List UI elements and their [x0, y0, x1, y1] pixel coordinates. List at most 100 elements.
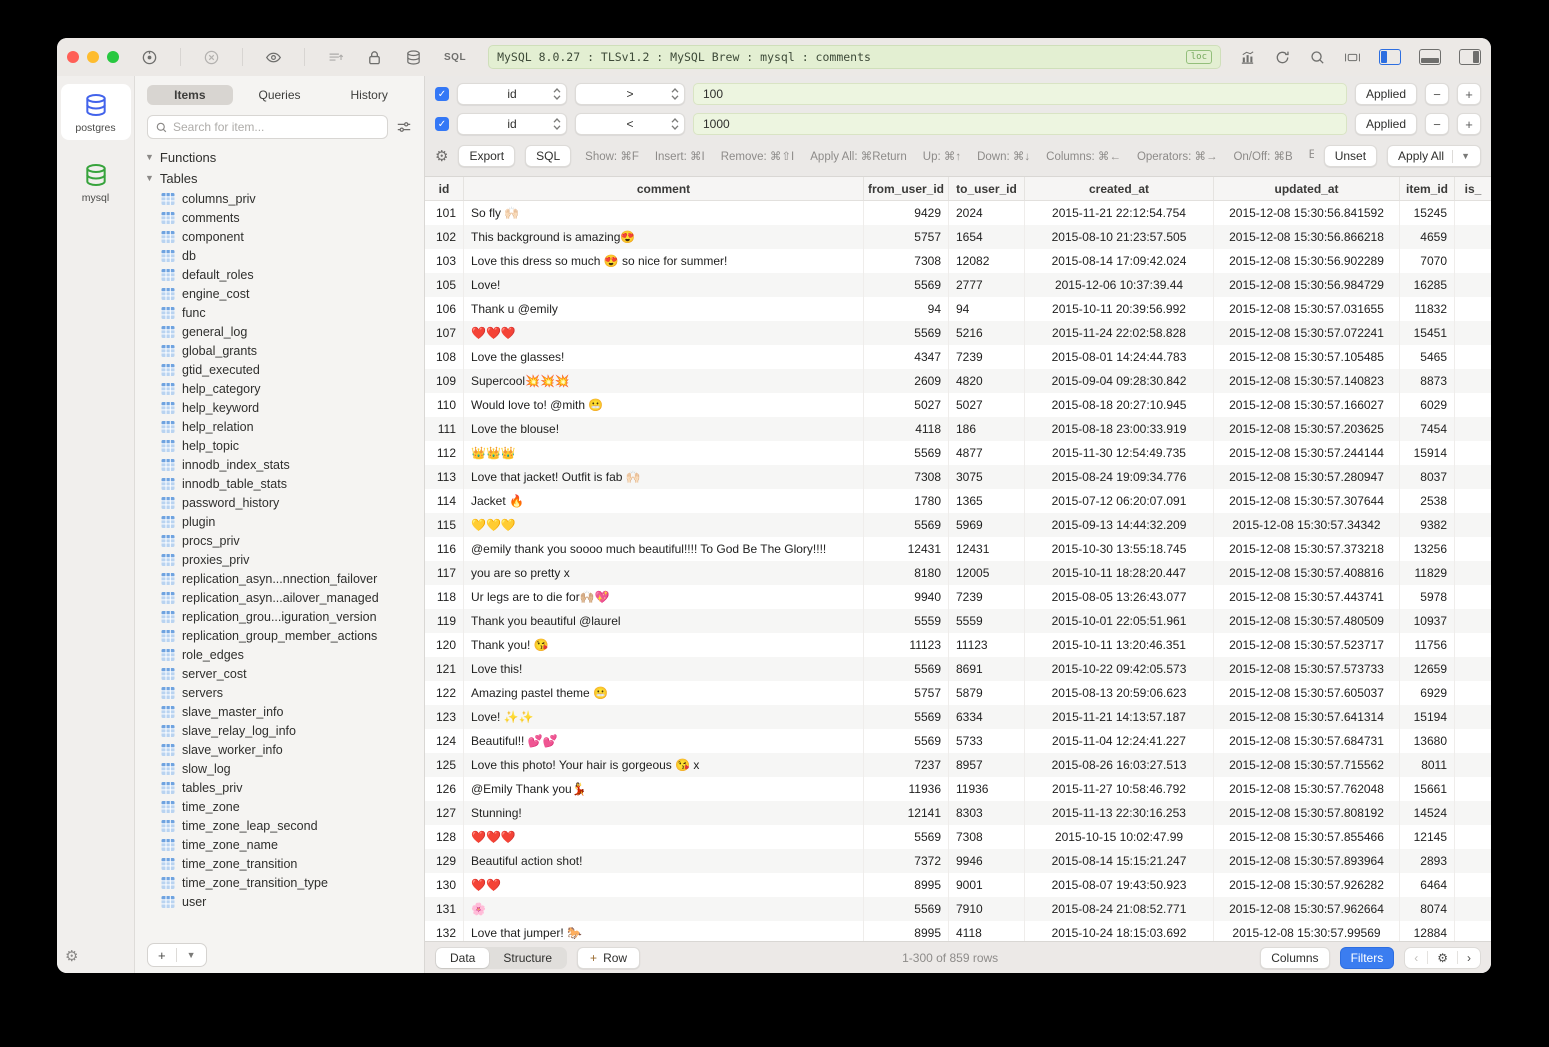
column-header-is_[interactable]: is_	[1454, 177, 1491, 200]
cell-comment[interactable]: Love the glasses!	[463, 345, 863, 369]
cell-created_at[interactable]: 2015-09-04 09:28:30.842	[1024, 369, 1213, 393]
cell-comment[interactable]: Love!	[463, 273, 863, 297]
cell-created_at[interactable]: 2015-11-21 14:13:57.187	[1024, 705, 1213, 729]
cell-created_at[interactable]: 2015-08-14 15:15:21.247	[1024, 849, 1213, 873]
cell-to_user_id[interactable]: 2777	[948, 273, 1024, 297]
cell-item_id[interactable]: 4659	[1399, 225, 1454, 249]
cell-created_at[interactable]: 2015-09-13 14:44:32.209	[1024, 513, 1213, 537]
cell-to_user_id[interactable]: 5969	[948, 513, 1024, 537]
table-list-item[interactable]: replication_group_member_actions	[145, 626, 424, 645]
table-row[interactable]: 126@Emily Thank you💃11936119362015-11-27…	[425, 777, 1491, 801]
cell-item_id[interactable]: 7070	[1399, 249, 1454, 273]
cell-comment[interactable]: Beautiful action shot!	[463, 849, 863, 873]
cell-from_user_id[interactable]: 9429	[863, 201, 948, 225]
cell-created_at[interactable]: 2015-08-24 19:09:34.776	[1024, 465, 1213, 489]
cell-created_at[interactable]: 2015-08-14 17:09:42.024	[1024, 249, 1213, 273]
cell-from_user_id[interactable]: 5569	[863, 657, 948, 681]
connection-postgres[interactable]: postgres	[61, 84, 131, 140]
table-row[interactable]: 103Love this dress so much 😍 so nice for…	[425, 249, 1491, 273]
table-list-item[interactable]: innodb_index_stats	[145, 455, 424, 474]
table-row[interactable]: 106Thank u @emily94942015-10-11 20:39:56…	[425, 297, 1491, 321]
table-row[interactable]: 102This background is amazing😍5757165420…	[425, 225, 1491, 249]
cell-updated_at[interactable]: 2015-12-08 15:30:57.166027	[1213, 393, 1399, 417]
table-row[interactable]: 114Jacket 🔥178013652015-07-12 06:20:07.0…	[425, 489, 1491, 513]
cell-updated_at[interactable]: 2015-12-08 15:30:57.307644	[1213, 489, 1399, 513]
cell-comment[interactable]: Love that jacket! Outfit is fab 🙌🏻	[463, 465, 863, 489]
cell-from_user_id[interactable]: 94	[863, 297, 948, 321]
table-row[interactable]: 128❤️❤️❤️556973082015-10-15 10:02:47.992…	[425, 825, 1491, 849]
table-row[interactable]: 107❤️❤️❤️556952162015-11-24 22:02:58.828…	[425, 321, 1491, 345]
cell-comment[interactable]: Would love to! @mith 😬	[463, 393, 863, 417]
cell-item_id[interactable]: 9382	[1399, 513, 1454, 537]
filter-applied-button[interactable]: Applied	[1355, 113, 1417, 135]
add-item-chevron-icon[interactable]: ▼	[177, 944, 206, 966]
cell-is_[interactable]	[1454, 921, 1491, 941]
cell-to_user_id[interactable]: 5879	[948, 681, 1024, 705]
filter-operator-select[interactable]: >	[575, 83, 685, 105]
cell-to_user_id[interactable]: 8303	[948, 801, 1024, 825]
table-list-item[interactable]: help_relation	[145, 417, 424, 436]
cell-to_user_id[interactable]: 6334	[948, 705, 1024, 729]
cell-created_at[interactable]: 2015-11-21 22:12:54.754	[1024, 201, 1213, 225]
toggle-bottom-panel-button[interactable]	[1419, 49, 1441, 65]
cell-from_user_id[interactable]: 5569	[863, 321, 948, 345]
cell-id[interactable]: 119	[425, 609, 463, 633]
structure-tab[interactable]: Structure	[489, 948, 566, 968]
cell-is_[interactable]	[1454, 777, 1491, 801]
table-row[interactable]: 105Love!556927772015-12-06 10:37:39.4420…	[425, 273, 1491, 297]
add-item-button[interactable]: +	[148, 944, 176, 966]
search-icon[interactable]	[1309, 49, 1326, 66]
cell-is_[interactable]	[1454, 465, 1491, 489]
cell-from_user_id[interactable]: 12141	[863, 801, 948, 825]
cell-updated_at[interactable]: 2015-12-08 15:30:57.605037	[1213, 681, 1399, 705]
cell-from_user_id[interactable]: 5569	[863, 729, 948, 753]
cell-id[interactable]: 102	[425, 225, 463, 249]
cell-from_user_id[interactable]: 4118	[863, 417, 948, 441]
cell-id[interactable]: 124	[425, 729, 463, 753]
cell-is_[interactable]	[1454, 705, 1491, 729]
cell-from_user_id[interactable]: 8180	[863, 561, 948, 585]
cell-is_[interactable]	[1454, 561, 1491, 585]
cell-item_id[interactable]: 16285	[1399, 273, 1454, 297]
cell-id[interactable]: 103	[425, 249, 463, 273]
cell-id[interactable]: 115	[425, 513, 463, 537]
cell-comment[interactable]: This background is amazing😍	[463, 225, 863, 249]
cell-id[interactable]: 126	[425, 777, 463, 801]
add-filter-button[interactable]: +	[1457, 83, 1481, 105]
cell-is_[interactable]	[1454, 897, 1491, 921]
table-list-item[interactable]: replication_asyn...ailover_managed	[145, 588, 424, 607]
table-row[interactable]: 115💛💛💛556959692015-09-13 14:44:32.209201…	[425, 513, 1491, 537]
cell-item_id[interactable]: 13680	[1399, 729, 1454, 753]
cell-updated_at[interactable]: 2015-12-08 15:30:56.984729	[1213, 273, 1399, 297]
filter-sliders-icon[interactable]	[396, 119, 412, 135]
cell-id[interactable]: 116	[425, 537, 463, 561]
table-row[interactable]: 131🌸556979102015-08-24 21:08:52.7712015-…	[425, 897, 1491, 921]
page-settings-gear-icon[interactable]: ⚙	[1428, 948, 1457, 968]
cell-comment[interactable]: Thank u @emily	[463, 297, 863, 321]
cell-created_at[interactable]: 2015-10-15 10:02:47.99	[1024, 825, 1213, 849]
cell-is_[interactable]	[1454, 849, 1491, 873]
cell-to_user_id[interactable]: 12082	[948, 249, 1024, 273]
cell-is_[interactable]	[1454, 321, 1491, 345]
center-layout-icon[interactable]	[1344, 49, 1361, 66]
cell-comment[interactable]: Love this photo! Your hair is gorgeous 😘…	[463, 753, 863, 777]
connection-mysql[interactable]: mysql	[61, 154, 131, 210]
filter-value-input[interactable]: 1000	[693, 113, 1347, 135]
cell-created_at[interactable]: 2015-10-11 20:39:56.992	[1024, 297, 1213, 321]
cell-to_user_id[interactable]: 5027	[948, 393, 1024, 417]
column-header-to_user_id[interactable]: to_user_id	[948, 177, 1024, 200]
database-icon[interactable]	[405, 49, 422, 66]
table-list-item[interactable]: comments	[145, 208, 424, 227]
table-list-item[interactable]: replication_grou...iguration_version	[145, 607, 424, 626]
table-row[interactable]: 101So fly 🙌🏻942920242015-11-21 22:12:54.…	[425, 201, 1491, 225]
cell-id[interactable]: 114	[425, 489, 463, 513]
next-page-button[interactable]: ›	[1458, 948, 1480, 968]
cell-is_[interactable]	[1454, 681, 1491, 705]
cell-created_at[interactable]: 2015-10-30 13:55:18.745	[1024, 537, 1213, 561]
cell-updated_at[interactable]: 2015-12-08 15:30:57.962664	[1213, 897, 1399, 921]
table-list-item[interactable]: gtid_executed	[145, 360, 424, 379]
cell-comment[interactable]: 💛💛💛	[463, 513, 863, 537]
cell-comment[interactable]: 🌸	[463, 897, 863, 921]
cell-item_id[interactable]: 12884	[1399, 921, 1454, 941]
cell-item_id[interactable]: 8037	[1399, 465, 1454, 489]
